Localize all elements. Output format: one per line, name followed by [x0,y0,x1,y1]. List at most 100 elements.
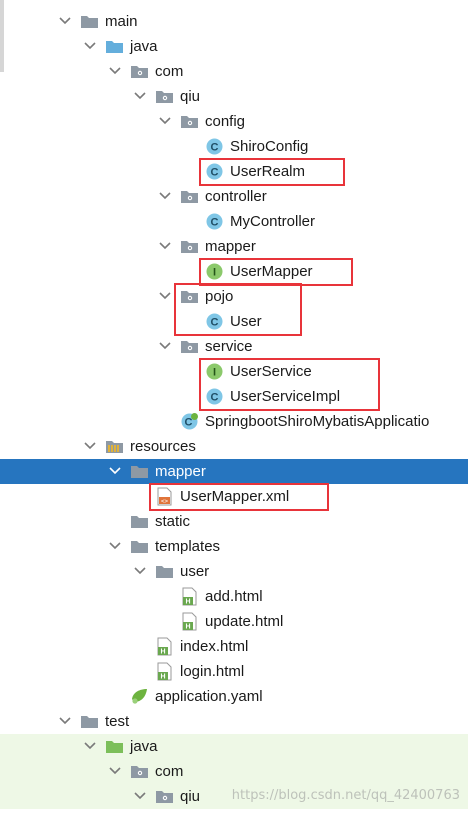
tree-item-label: main [105,13,138,30]
chevron-down-icon[interactable] [158,189,172,203]
folder-icon [155,562,174,581]
tree-item-label: qiu [180,788,201,805]
tree-item-label: resources [130,438,196,455]
test-folder-icon [105,737,124,756]
tree-row-userserviceimpl[interactable]: C UserServiceImpl [0,384,468,409]
tree-row-test-com[interactable]: com [0,759,468,784]
chevron-down-icon[interactable] [58,14,72,28]
tree-item-label: application.yaml [155,688,263,705]
tree-row-add-html[interactable]: Hadd.html [0,584,468,609]
tree-item-label: mapper [205,238,256,255]
tree-row-index-html[interactable]: Hindex.html [0,634,468,659]
tree-item-label: index.html [180,638,249,655]
chevron-down-icon[interactable] [158,114,172,128]
tree-row-springbootapp[interactable]: C SpringbootShiroMybatisApplicatio [0,409,468,434]
tree-row-application-yaml[interactable]: application.yaml [0,684,468,709]
html-file-icon: H [155,662,174,681]
tree-row-controller[interactable]: controller [0,184,468,209]
svg-text:C: C [185,417,193,429]
tree-row-usermapper-xml[interactable]: <> UserMapper.xml [0,484,468,509]
chevron-down-icon[interactable] [58,714,72,728]
tree-row-com[interactable]: com [0,59,468,84]
tree-item-label: UserRealm [230,163,306,180]
tree-row-test-java[interactable]: java [0,734,468,759]
tree-row-config[interactable]: config [0,109,468,134]
chevron-down-icon[interactable] [83,439,97,453]
chevron-down-icon[interactable] [108,464,122,478]
interface-icon: I [205,362,224,381]
tree-row-pojo[interactable]: pojo [0,284,468,309]
html-file-icon: H [180,612,199,631]
tree-row-resources[interactable]: resources [0,434,468,459]
tree-item-label: login.html [180,663,245,680]
svg-text:C: C [211,142,219,154]
xml-file-icon: <> [155,487,174,506]
resources-folder-icon [105,437,124,456]
tree-item-label: java [130,38,158,55]
tree-item-label: config [205,113,246,130]
tree-row-mapper-pkg[interactable]: mapper [0,234,468,259]
tree-item-label: UserServiceImpl [230,388,341,405]
tree-row-user-dir[interactable]: user [0,559,468,584]
tree-item-label: MyController [230,213,316,230]
chevron-down-icon[interactable] [108,764,122,778]
chevron-down-icon[interactable] [133,89,147,103]
tree-row-mycontroller[interactable]: C MyController [0,209,468,234]
svg-text:C: C [211,392,219,404]
package-icon [130,62,149,81]
tree-row-templates[interactable]: templates [0,534,468,559]
tree-row-main[interactable]: main [0,9,468,34]
tree-item-label: UserMapper [230,263,313,280]
tree-row-login-html[interactable]: Hlogin.html [0,659,468,684]
tree-row-qiu[interactable]: qiu [0,84,468,109]
tree-item-label: UserService [230,363,312,380]
tree-row-usermapper[interactable]: I UserMapper [0,259,468,284]
svg-text:H: H [160,674,165,681]
tree-item-label: static [155,513,191,530]
package-icon [130,762,149,781]
tree-item-label: update.html [205,613,284,630]
tree-item-label: User [230,313,262,330]
svg-text:I: I [213,367,216,379]
tree-item-label: mapper [155,463,206,480]
package-icon [155,87,174,106]
chevron-down-icon[interactable] [133,564,147,578]
chevron-down-icon[interactable] [133,789,147,803]
tree-row-userservice[interactable]: I UserService [0,359,468,384]
tree-item-label: controller [205,188,267,205]
chevron-down-icon[interactable] [158,339,172,353]
chevron-down-icon[interactable] [108,539,122,553]
tree-item-label: com [155,63,184,80]
chevron-down-icon[interactable] [83,739,97,753]
tree-item-label: add.html [205,588,263,605]
tree-row-static[interactable]: static [0,509,468,534]
tree-item-label: UserMapper.xml [180,488,290,505]
svg-text:C: C [211,167,219,179]
folder-icon [130,537,149,556]
folder-icon [130,462,149,481]
chevron-down-icon[interactable] [158,239,172,253]
chevron-down-icon[interactable] [158,289,172,303]
tree-row-test[interactable]: test [0,709,468,734]
chevron-down-icon[interactable] [108,64,122,78]
tree-row-shiroconfig[interactable]: C ShiroConfig [0,134,468,159]
tree-item-label: pojo [205,288,234,305]
class-icon: C [205,162,224,181]
tree-item-label: java [130,738,158,755]
class-icon: C [205,137,224,156]
scrollbar[interactable] [0,0,4,72]
tree-row-userrealm[interactable]: C UserRealm [0,159,468,184]
class-icon: C [205,387,224,406]
svg-text:H: H [160,649,165,656]
package-icon [155,787,174,806]
tree-row-java[interactable]: java [0,34,468,59]
tree-row-user[interactable]: C User [0,309,468,334]
svg-text:C: C [211,317,219,329]
html-file-icon: H [180,587,199,606]
chevron-down-icon[interactable] [83,39,97,53]
tree-row-mapper-res[interactable]: mapper [0,459,468,484]
tree-row-service[interactable]: service [0,334,468,359]
tree-row-update-html[interactable]: Hupdate.html [0,609,468,634]
package-icon [180,187,199,206]
yaml-file-icon [130,687,149,706]
